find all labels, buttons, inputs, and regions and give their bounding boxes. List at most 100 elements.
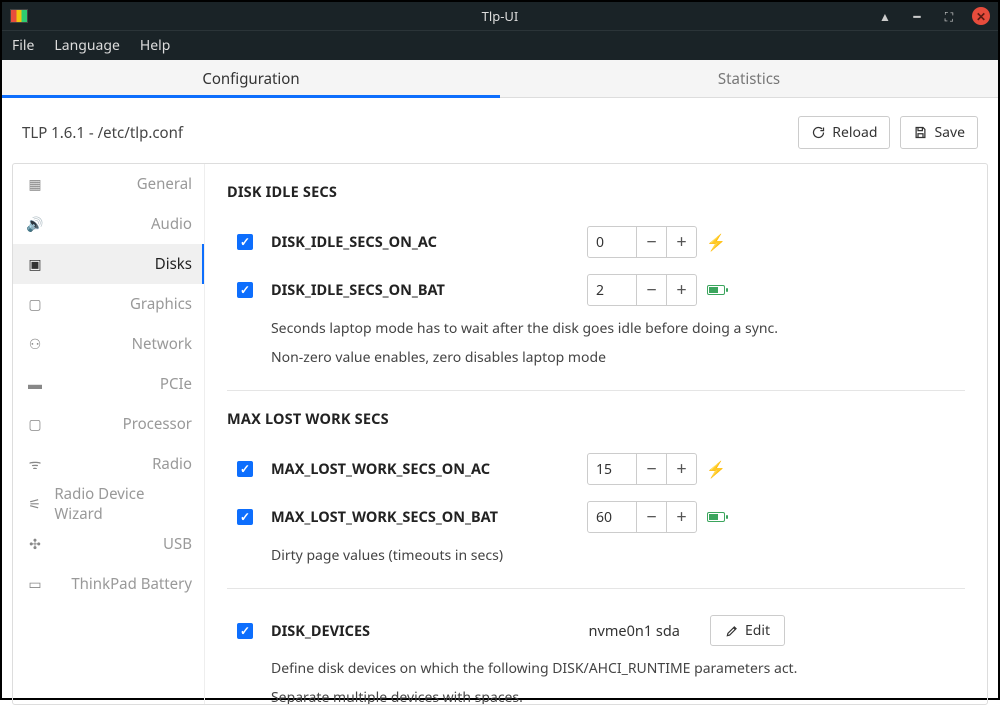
sidebar-item-graphics[interactable]: ▢ Graphics (13, 284, 204, 324)
sidebar-item-label: Graphics (130, 294, 192, 314)
increment-button[interactable]: + (666, 274, 696, 306)
setting-max-lost-ac: MAX_LOST_WORK_SECS_ON_AC 15 − + ⚡ (227, 445, 965, 493)
minimize-button[interactable]: ━ (908, 7, 926, 25)
sidebar-item-processor[interactable]: ▢ Processor (13, 404, 204, 444)
sidebar-item-disks[interactable]: ▣ Disks (13, 244, 204, 284)
sidebar-item-label: ThinkPad Battery (71, 574, 192, 594)
sidebar-item-label: Processor (123, 414, 192, 434)
sidebar-item-network[interactable]: ⚇ Network (13, 324, 204, 364)
edit-button[interactable]: Edit (710, 615, 785, 646)
help-text: Define disk devices on which the followi… (227, 654, 965, 683)
window-titlebar: Tlp-UI ▲ ━ ⛶ ✕ (2, 2, 998, 30)
sidebar-item-usb[interactable]: ✣ USB (13, 524, 204, 564)
sidebar-item-label: USB (163, 534, 192, 554)
setting-max-lost-bat: MAX_LOST_WORK_SECS_ON_BAT 60 − + (227, 493, 965, 541)
setting-disk-idle-bat: DISK_IDLE_SECS_ON_BAT 2 − + (227, 266, 965, 314)
sidebar-item-radio-wizard[interactable]: ⚟ Radio Device Wizard (13, 484, 204, 524)
antenna-icon: ⚟ (25, 495, 44, 514)
increment-button[interactable]: + (666, 453, 696, 485)
app-icon (10, 9, 28, 23)
maximize-button[interactable]: ⛶ (940, 7, 958, 25)
decrement-button[interactable]: − (636, 501, 666, 533)
menu-file[interactable]: File (12, 36, 34, 55)
number-input[interactable]: 15 − + (587, 453, 697, 485)
help-text: Non-zero value enables, zero disables la… (227, 343, 965, 372)
menu-help[interactable]: Help (140, 36, 171, 55)
sidebar-item-label: Audio (151, 214, 192, 234)
help-text: Seconds laptop mode has to wait after th… (227, 314, 965, 343)
section-max-lost-title: MAX LOST WORK SECS (227, 409, 965, 429)
checkbox[interactable] (237, 509, 253, 525)
checkbox[interactable] (237, 282, 253, 298)
sidebar-item-label: General (137, 174, 192, 194)
sidebar-item-general[interactable]: ▦ General (13, 164, 204, 204)
increment-button[interactable]: + (666, 226, 696, 258)
ac-power-icon: ⚡ (707, 231, 725, 253)
number-value[interactable]: 60 (588, 508, 636, 527)
help-text: Separate multiple devices with spaces. (227, 683, 965, 704)
sidebar-item-thinkpad-battery[interactable]: ▭ ThinkPad Battery (13, 564, 204, 604)
number-value[interactable]: 15 (588, 460, 636, 479)
monitor-icon: ▢ (25, 295, 45, 314)
checkbox[interactable] (237, 461, 253, 477)
sidebar-item-radio[interactable]: ᯤ Radio (13, 444, 204, 484)
section-disk-idle-title: DISK IDLE SECS (227, 182, 965, 202)
grid-icon: ▦ (25, 175, 45, 194)
disk-icon: ▣ (25, 255, 45, 274)
tab-statistics[interactable]: Statistics (500, 60, 998, 97)
sidebar-item-label: Disks (155, 254, 192, 274)
speaker-icon: 🔊 (25, 215, 45, 234)
number-input[interactable]: 2 − + (587, 274, 697, 306)
checkbox[interactable] (237, 623, 253, 639)
sidebar-item-pcie[interactable]: ▬PCIe (13, 364, 204, 404)
battery-power-icon (707, 512, 725, 522)
edit-label: Edit (745, 621, 770, 640)
toolbar: TLP 1.6.1 - /etc/tlp.conf Reload Save (2, 98, 998, 163)
close-button[interactable]: ✕ (972, 7, 990, 25)
window-title: Tlp-UI (482, 7, 519, 25)
battery-icon: ▭ (25, 575, 45, 594)
setting-label: DISK_DEVICES (271, 621, 370, 641)
menubar: File Language Help (2, 30, 998, 60)
decrement-button[interactable]: − (636, 226, 666, 258)
eject-icon[interactable]: ▲ (876, 7, 894, 25)
decrement-button[interactable]: − (636, 274, 666, 306)
number-value[interactable]: 2 (588, 281, 636, 300)
number-value[interactable]: 0 (588, 233, 636, 252)
pencil-icon (725, 624, 739, 638)
increment-button[interactable]: + (666, 501, 696, 533)
setting-label: MAX_LOST_WORK_SECS_ON_BAT (271, 507, 498, 527)
reload-button[interactable]: Reload (798, 116, 890, 149)
network-icon: ⚇ (25, 335, 45, 354)
sidebar-item-label: Radio (152, 454, 192, 474)
card-icon: ▬ (25, 375, 45, 394)
cpu-icon: ▢ (25, 415, 45, 434)
usb-icon: ✣ (25, 535, 45, 554)
tab-bar: Configuration Statistics (2, 60, 998, 98)
decrement-button[interactable]: − (636, 453, 666, 485)
setting-disk-idle-ac: DISK_IDLE_SECS_ON_AC 0 − + ⚡ (227, 218, 965, 266)
save-label: Save (934, 123, 965, 142)
sidebar-item-label: Radio Device Wizard (54, 484, 192, 524)
wifi-icon: ᯤ (25, 455, 45, 474)
sidebar: ▦ General 🔊 Audio ▣ Disks ▢ Graphics ⚇ Networ… (13, 164, 205, 704)
number-input[interactable]: 0 − + (587, 226, 697, 258)
save-icon (913, 125, 928, 140)
menu-language[interactable]: Language (54, 36, 119, 55)
reload-icon (811, 125, 826, 140)
setting-disk-devices: DISK_DEVICES nvme0n1 sda Edit (227, 607, 965, 654)
setting-label: MAX_LOST_WORK_SECS_ON_AC (271, 459, 490, 479)
sidebar-item-label: Network (132, 334, 192, 354)
tab-configuration-label: Configuration (202, 69, 299, 89)
number-input[interactable]: 60 − + (587, 501, 697, 533)
tab-statistics-label: Statistics (718, 69, 780, 89)
sidebar-item-audio[interactable]: 🔊 Audio (13, 204, 204, 244)
config-path: TLP 1.6.1 - /etc/tlp.conf (22, 123, 183, 143)
battery-power-icon (707, 285, 725, 295)
ac-power-icon: ⚡ (707, 458, 725, 480)
divider (227, 390, 965, 391)
checkbox[interactable] (237, 234, 253, 250)
tab-configuration[interactable]: Configuration (2, 60, 500, 97)
save-button[interactable]: Save (900, 116, 978, 149)
reload-label: Reload (832, 123, 877, 142)
